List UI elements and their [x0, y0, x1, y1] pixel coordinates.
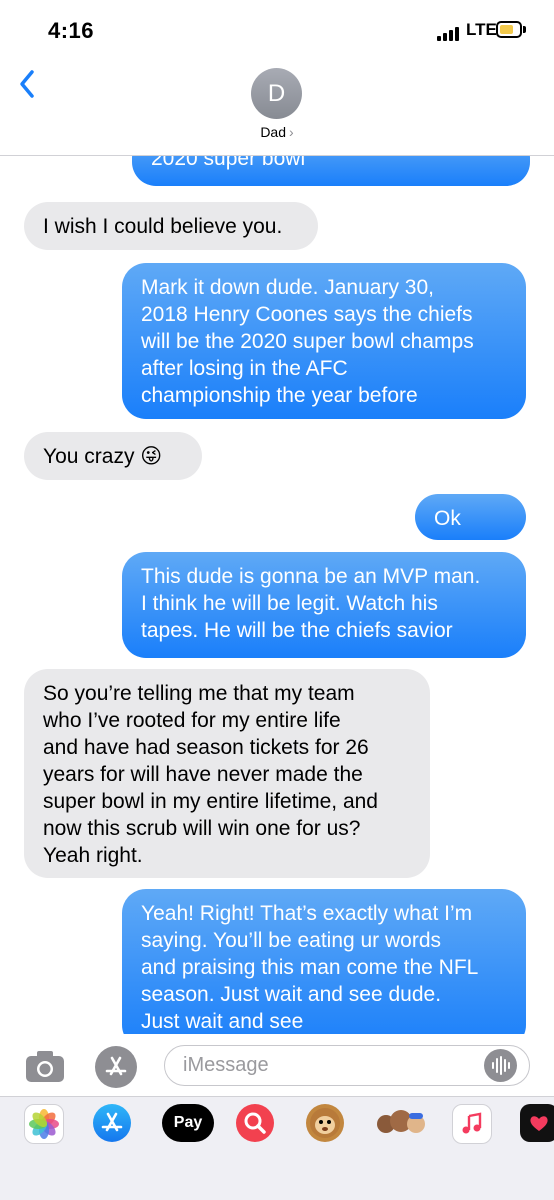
message-thread[interactable]: 2020 super bowl I wish I could believe y… — [0, 156, 554, 1034]
message-bubble-outgoing[interactable]: 2020 super bowl — [132, 156, 530, 186]
digital-touch-icon[interactable] — [520, 1104, 554, 1142]
network-type: LTE — [466, 20, 497, 39]
chevron-left-icon — [20, 70, 34, 98]
app-store-icon[interactable] — [93, 1104, 131, 1142]
contact-name-row[interactable]: Dad › — [0, 124, 554, 140]
search-images-icon[interactable] — [236, 1104, 274, 1142]
battery-tip — [523, 26, 526, 33]
apple-pay-icon[interactable]: Pay — [162, 1104, 214, 1142]
camera-icon — [26, 1051, 64, 1082]
apple-pay-label: Pay — [173, 1114, 203, 1131]
contact-avatar[interactable]: D — [251, 68, 302, 119]
music-icon[interactable] — [452, 1104, 492, 1144]
animoji-icon[interactable] — [306, 1104, 344, 1142]
audio-message-button[interactable] — [484, 1049, 517, 1082]
chevron-right-icon: › — [289, 124, 294, 140]
message-input[interactable]: iMessage — [164, 1045, 530, 1086]
message-bubble-outgoing[interactable]: Ok man — [415, 494, 526, 557]
waveform-icon — [492, 1056, 510, 1075]
app-store-icon — [105, 1056, 127, 1076]
back-button[interactable] — [12, 64, 52, 104]
battery-icon — [496, 21, 522, 38]
contact-name: Dad — [260, 124, 286, 140]
message-bubble-incoming[interactable]: You crazy 😜 — [24, 432, 202, 480]
apps-button[interactable] — [95, 1046, 137, 1088]
message-bubble-incoming[interactable]: I wish I could believe you. — [24, 202, 318, 250]
status-time: 4:16 — [48, 18, 95, 43]
message-bubble-outgoing[interactable]: This dude is gonna be an MVP man. I thin… — [122, 552, 526, 658]
message-bubble-outgoing[interactable]: Yeah! Right! That’s exactly what I’m say… — [122, 889, 526, 1034]
camera-button[interactable] — [24, 1048, 66, 1084]
cell-signal-icon — [437, 25, 463, 41]
photos-icon[interactable] — [24, 1104, 64, 1144]
message-bubble-outgoing[interactable]: Mark it down dude. January 30, 2018 Henr… — [122, 263, 526, 419]
memoji-icon[interactable] — [374, 1104, 428, 1142]
message-bubble-incoming[interactable]: So you’re telling me that my team who I’… — [24, 669, 430, 878]
